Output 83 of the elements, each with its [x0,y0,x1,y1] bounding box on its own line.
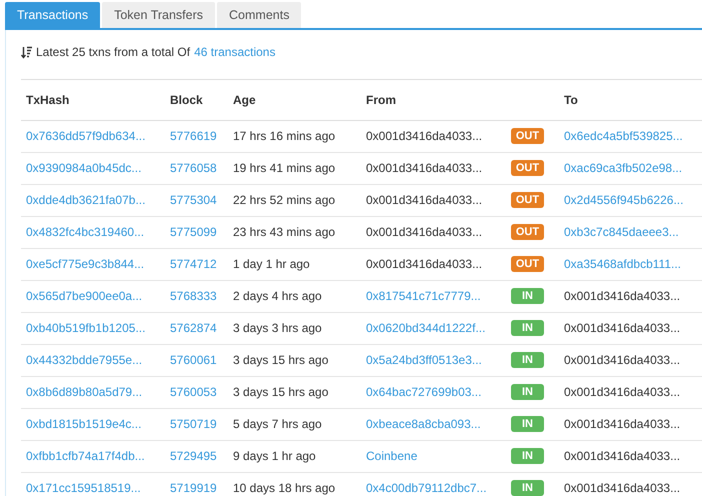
direction-badge: OUT [511,192,544,208]
address-link[interactable]: 0xa35468afdbcb111... [564,257,681,271]
address-text: 0x001d3416da4033... [564,449,680,463]
address-text: 0x001d3416da4033... [564,481,680,495]
address-link[interactable]: 0xac69ca3fb502e98... [564,161,682,175]
age-text: 23 hrs 43 mins ago [233,225,336,239]
tx-hash-link[interactable]: 0xe5cf775e9c3b844... [26,257,144,271]
block-link[interactable]: 5775304 [170,193,217,207]
sort-icon [21,46,32,58]
tab[interactable]: Comments [217,2,302,28]
tx-hash-link[interactable]: 0x4832fc4bc319460... [26,225,144,239]
address-text: 0x001d3416da4033... [366,257,482,271]
block-link[interactable]: 5776058 [170,161,217,175]
column-header: TxHash [26,93,70,107]
tx-hash-link[interactable]: 0x44332bdde7955e... [26,353,142,367]
direction-badge: IN [511,448,544,464]
tx-hash-link[interactable]: 0xfbb1cfb74a17f4db... [26,449,145,463]
summary-text: Latest 25 txns from a total Of [36,45,190,59]
direction-badge: IN [511,480,544,496]
tab[interactable]: Transactions [5,2,100,28]
block-link[interactable]: 5729495 [170,449,217,463]
column-header: Age [233,93,256,107]
address-text: 0x001d3416da4033... [366,161,482,175]
column-header: From [366,93,396,107]
address-link[interactable]: 0x4c00db79112dbc7... [366,481,487,495]
block-link[interactable]: 5774712 [170,257,217,271]
address-link[interactable]: 0x64bac727699b03... [366,385,482,399]
block-link[interactable]: 5760053 [170,385,217,399]
direction-badge: IN [511,384,544,400]
address-text: 0x001d3416da4033... [564,353,680,367]
block-link[interactable]: 5762874 [170,321,217,335]
direction-badge: OUT [511,224,544,240]
address-link[interactable]: 0x6edc4a5bf539825... [564,129,683,143]
block-link[interactable]: 5750719 [170,417,217,431]
address-text: 0x001d3416da4033... [366,193,482,207]
block-link[interactable]: 5768333 [170,289,217,303]
tx-hash-link[interactable]: 0x8b6d89b80a5d79... [26,385,142,399]
age-text: 5 days 7 hrs ago [233,417,322,431]
address-link[interactable]: Coinbene [366,449,418,463]
address-link[interactable]: 0x0620bd344d1222f... [366,321,486,335]
age-text: 3 days 15 hrs ago [233,385,328,399]
age-text: 9 days 1 hr ago [233,449,316,463]
address-text: 0x001d3416da4033... [564,417,680,431]
tx-hash-link[interactable]: 0xbd1815b1519e4c... [26,417,142,431]
address-link[interactable]: 0x2d4556f945b6226... [564,193,684,207]
direction-badge: IN [511,288,544,304]
direction-badge: OUT [511,128,544,144]
column-header: Block [170,93,203,107]
address-link[interactable]: 0x817541c71c7779... [366,289,481,303]
tx-hash-link[interactable]: 0xdde4db3621fa07b... [26,193,146,207]
address-link[interactable]: 0xb3c7c845daeee3... [564,225,679,239]
tx-hash-link[interactable]: 0x9390984a0b45dc... [26,161,142,175]
tx-hash-link[interactable]: 0x171cc159518519... [26,481,141,495]
block-link[interactable]: 5760061 [170,353,217,367]
address-text: 0x001d3416da4033... [564,385,680,399]
address-text: 0x001d3416da4033... [366,129,482,143]
age-text: 1 day 1 hr ago [233,257,310,271]
age-text: 22 hrs 52 mins ago [233,193,336,207]
tab[interactable]: Token Transfers [102,2,216,28]
age-text: 3 days 3 hrs ago [233,321,322,335]
direction-badge: OUT [511,256,544,272]
direction-badge: OUT [511,160,544,176]
block-link[interactable]: 5775099 [170,225,217,239]
address-link[interactable]: 0xbeace8a8cba093... [366,417,481,431]
direction-badge: IN [511,320,544,336]
direction-badge: IN [511,416,544,432]
tx-hash-link[interactable]: 0x7636dd57f9db634... [26,129,146,143]
transactions-link[interactable]: 46 transactions [194,45,276,59]
tx-hash-link[interactable]: 0x565d7be900ee0a... [26,289,142,303]
block-link[interactable]: 5776619 [170,129,217,143]
tx-hash-link[interactable]: 0xb40b519fb1b1205... [26,321,146,335]
block-link[interactable]: 5719919 [170,481,217,495]
age-text: 19 hrs 41 mins ago [233,161,336,175]
direction-badge: IN [511,352,544,368]
address-text: 0x001d3416da4033... [366,225,482,239]
age-text: 10 days 18 hrs ago [233,481,336,495]
address-text: 0x001d3416da4033... [564,289,680,303]
column-header: To [564,93,578,107]
age-text: 17 hrs 16 mins ago [233,129,336,143]
age-text: 2 days 4 hrs ago [233,289,322,303]
age-text: 3 days 15 hrs ago [233,353,328,367]
address-text: 0x001d3416da4033... [564,321,680,335]
address-link[interactable]: 0x5a24bd3ff0513e3... [366,353,482,367]
